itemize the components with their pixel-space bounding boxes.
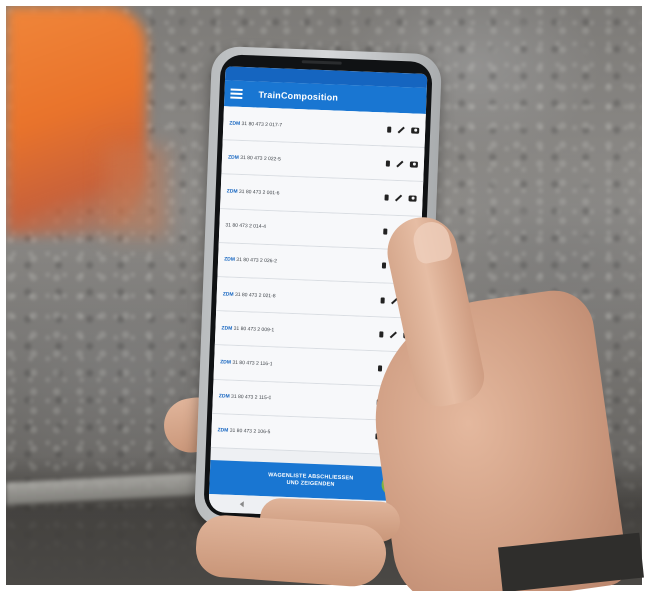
camera-icon[interactable] (411, 127, 420, 134)
wagon-label: ZDM 31 80 473 2 026-2 (223, 256, 277, 265)
wagon-label: ZDM 31 80 473 2 001-6 (226, 188, 280, 197)
pencil-icon[interactable] (389, 331, 397, 339)
pencil-icon[interactable] (397, 126, 405, 134)
camera-icon[interactable] (408, 195, 417, 202)
pencil-icon[interactable] (396, 160, 404, 168)
trash-icon[interactable] (381, 262, 387, 269)
wagon-label: ZDM 31 80 473 2 017-7 (229, 120, 283, 129)
trash-icon[interactable] (384, 194, 389, 201)
wagon-label: ZDM 31 80 473 2 115-0 (218, 393, 272, 402)
app-title: TrainComposition (258, 89, 339, 103)
lower-finger (194, 513, 388, 589)
trash-icon[interactable] (379, 331, 384, 338)
pencil-icon[interactable] (394, 194, 403, 202)
back-icon[interactable] (239, 501, 244, 508)
trash-icon[interactable] (380, 296, 385, 304)
trash-icon[interactable] (383, 228, 388, 235)
wagon-label: ZDM 31 80 473 2 021-8 (222, 290, 276, 299)
wagon-label: 31 80 473 2 014-4 (225, 222, 267, 231)
finish-list-label: WAGENLISTE ABSCHLIESSEN UND ZEIGENDEN (268, 472, 354, 488)
wagon-label: ZDM 31 80 473 2 106-5 (217, 427, 271, 436)
wagon-label: ZDM 31 80 473 2 009-1 (221, 325, 275, 334)
trash-icon[interactable] (377, 365, 383, 372)
wagon-label: ZDM 31 80 473 2 116-1 (220, 359, 273, 368)
wagon-label: ZDM 31 80 473 2 022-5 (227, 154, 281, 163)
camera-icon[interactable] (409, 161, 419, 168)
trash-icon[interactable] (387, 126, 392, 133)
orange-object-edge (106, 146, 166, 236)
trash-icon[interactable] (385, 160, 391, 167)
menu-icon[interactable] (230, 88, 243, 99)
